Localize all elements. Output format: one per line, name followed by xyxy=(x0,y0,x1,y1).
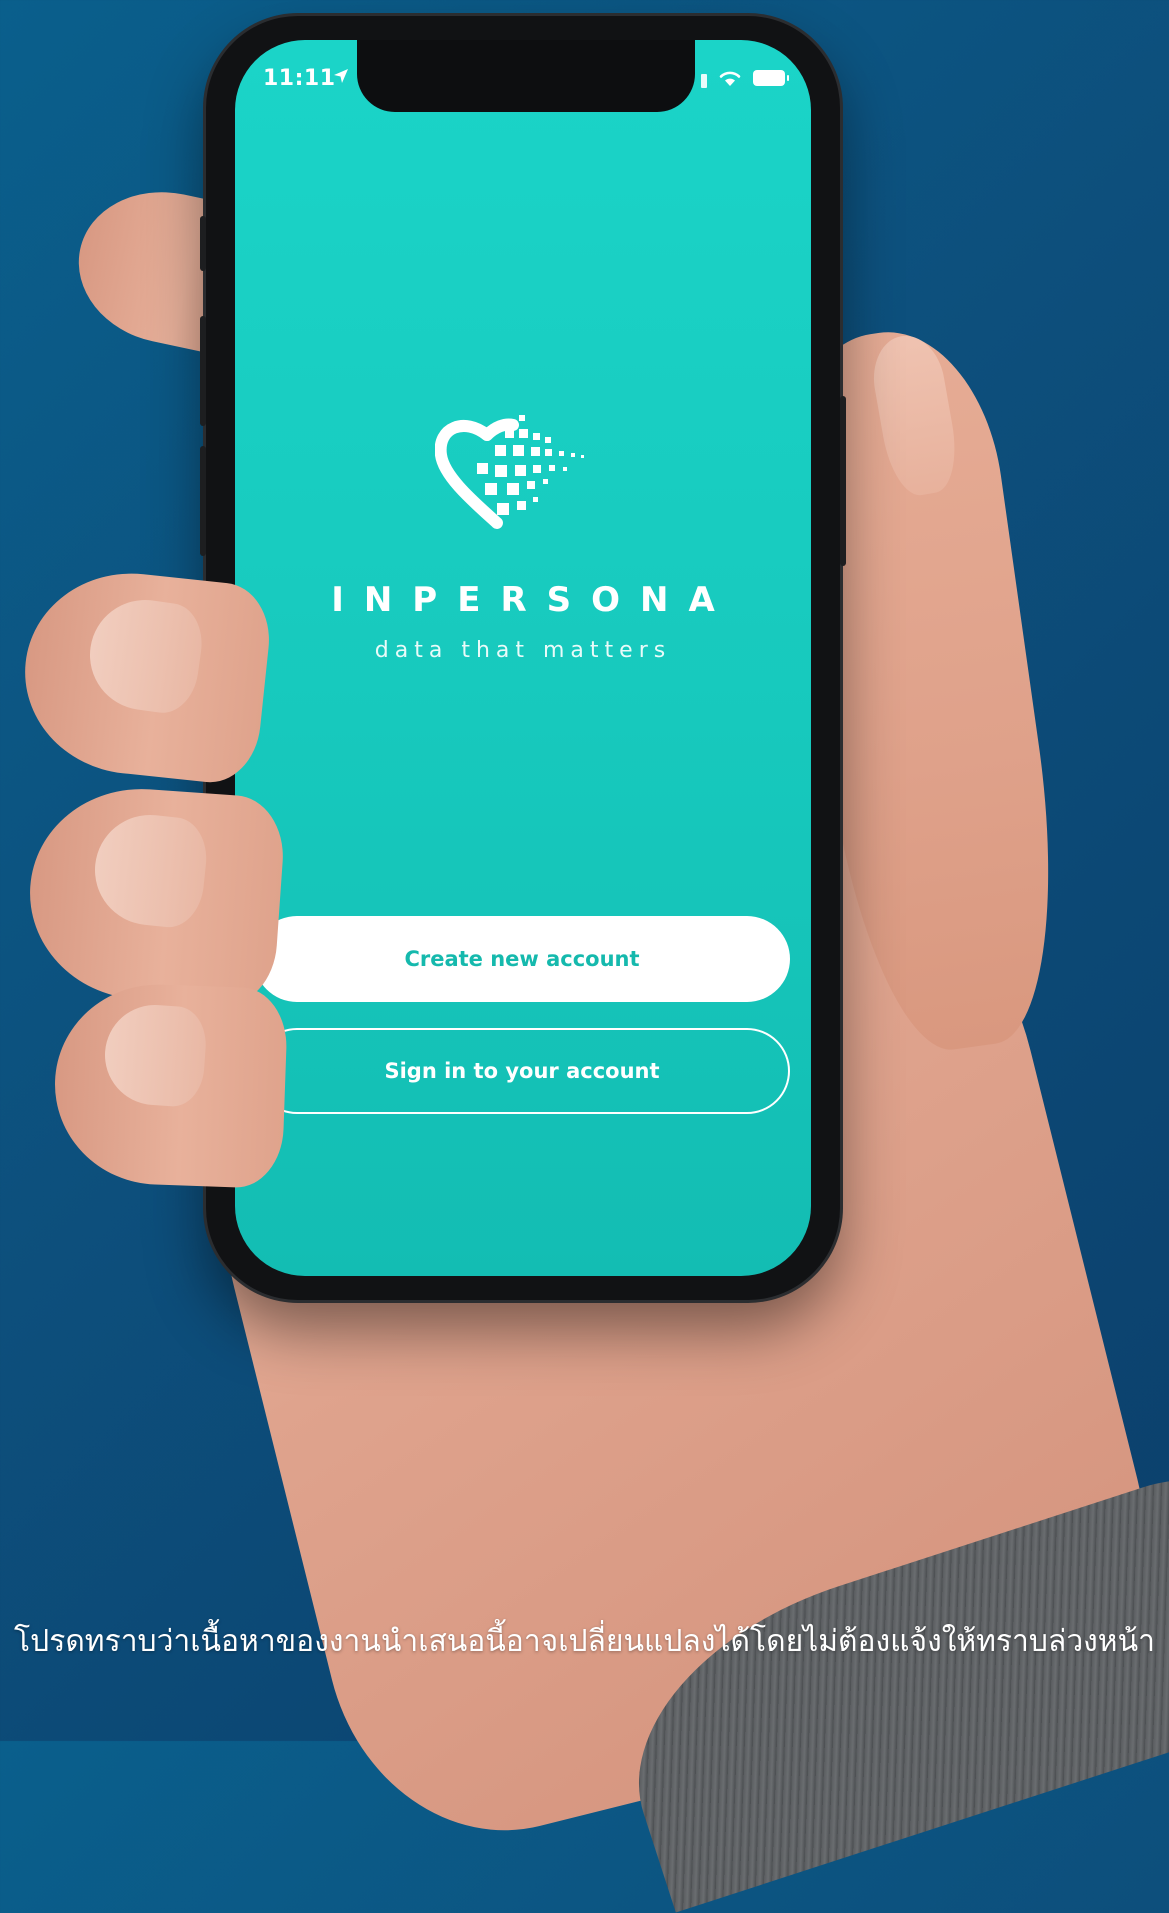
phone-notch xyxy=(357,40,695,112)
phone-side-button xyxy=(200,216,206,271)
signal-icon xyxy=(701,74,707,88)
create-account-button[interactable]: Create new account xyxy=(254,916,790,1002)
status-time: 11:11 xyxy=(263,66,336,91)
phone-device: 11:11 INPERSONA data that matters Create… xyxy=(200,16,846,1300)
sign-in-button[interactable]: Sign in to your account xyxy=(254,1028,790,1114)
pixel-heart-logo-icon xyxy=(435,415,584,529)
phone-side-button xyxy=(840,396,846,566)
brand-name: INPERSONA xyxy=(331,580,735,620)
location-arrow-icon xyxy=(334,69,348,83)
disclaimer-caption: โปรดทราบว่าเนื้อหาของงานนำเสนอนี้อาจเปลี… xyxy=(14,1624,1155,1659)
phone-side-button xyxy=(200,446,206,556)
phone-side-button xyxy=(200,316,206,426)
wifi-icon xyxy=(719,71,741,86)
battery-icon xyxy=(753,70,789,86)
app-screen: 11:11 INPERSONA data that matters Create… xyxy=(235,40,811,1276)
brand-tagline: data that matters xyxy=(374,638,672,663)
